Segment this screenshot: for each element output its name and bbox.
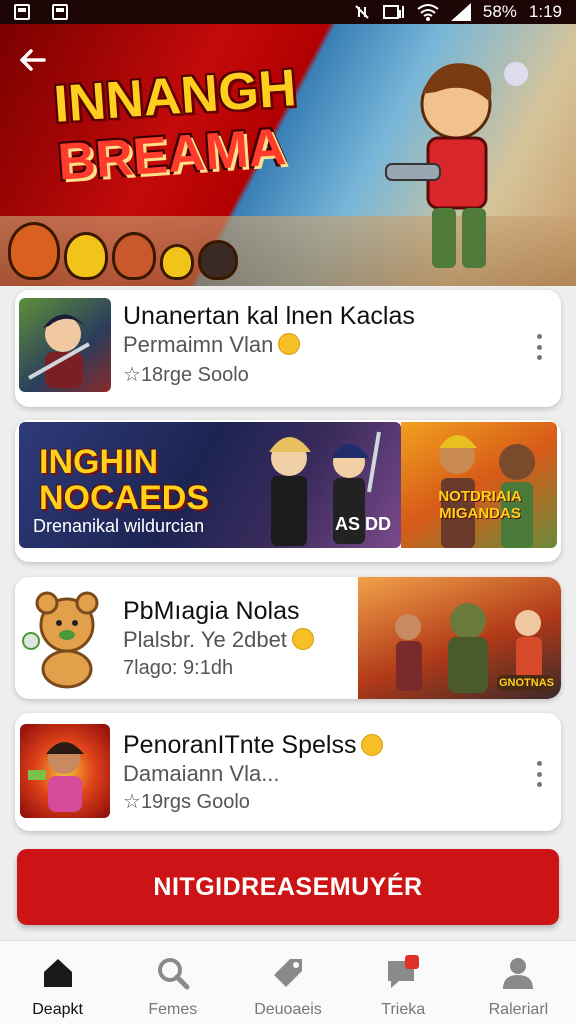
nav-item-search[interactable]: Femes: [115, 941, 230, 1024]
game-subtitle-text: Permaimn Vlan: [123, 332, 274, 357]
game-title: Unanertan kal lnen Kaclas: [123, 302, 415, 330]
promo-side-characters-art: [439, 435, 535, 548]
promo-banner-image: INGHIN NOCAEDS Drenanikal wildurcian AS …: [19, 422, 401, 548]
status-icons: 58% 1:19: [353, 2, 562, 22]
nav-item-profile[interactable]: Raleriarl: [461, 941, 576, 1024]
game-meta: 7lago: 9:1dh: [123, 657, 234, 679]
promo-banner-caption: Drenanikal wildurcian: [33, 516, 205, 536]
nav-item-label: Deuoaeis: [254, 1001, 322, 1018]
notification-icon: [52, 4, 68, 20]
game-preview-image: GNOTNAS: [358, 577, 561, 699]
profile-icon: [503, 958, 534, 989]
battery-level: 58%: [482, 2, 517, 21]
chat-icon: [388, 955, 420, 988]
wifi-icon: [417, 4, 439, 21]
game-subtitle: Plalsbr. Ye 2dbet: [123, 627, 314, 653]
promo-side-logo: NOTDRIAIA MIGANDAS: [438, 488, 522, 522]
nav-item-tags[interactable]: Deuoaeis: [230, 941, 345, 1024]
promo-banner-price: AS DD: [334, 514, 391, 534]
hero-character-illustration: [385, 62, 528, 268]
character-thumbnail-art: [28, 314, 90, 388]
hero-game-logo: INNANGH BREAMA: [52, 59, 302, 192]
nav-item-label: Trieka: [381, 1001, 426, 1018]
character-icon: [64, 232, 108, 280]
game-subtitle: Permaimn Vlan: [123, 332, 301, 358]
back-button[interactable]: [14, 42, 50, 78]
more-options-icon[interactable]: [537, 334, 543, 360]
game-subtitle-text: Plalsbr. Ye 2dbet: [123, 627, 287, 652]
game-thumbnail: [19, 298, 111, 392]
home-icon: [43, 959, 72, 987]
signal-icon: [450, 3, 471, 21]
search-icon: [157, 958, 190, 990]
promo-banner-card[interactable]: INGHIN NOCAEDS Drenanikal wildurcian AS …: [15, 420, 561, 562]
character-icon: [8, 222, 60, 280]
bottom-navigation: Deapkt Femes Deuoaeis Trieka Raleriarl: [0, 940, 576, 1024]
game-list-item[interactable]: PbMıagia Nolas Plalsbr. Ye 2dbet 7lago: …: [15, 577, 561, 699]
game-thumbnail: [21, 585, 113, 689]
hero-character-row: [8, 222, 238, 280]
vibrate-icon: [355, 5, 369, 19]
character-icon: [112, 232, 156, 280]
emoji-icon: [361, 734, 384, 756]
notification-icon: [14, 4, 30, 20]
game-title: PbMıagia Nolas: [123, 597, 300, 625]
emoji-icon: [278, 333, 301, 355]
back-arrow-icon: [20, 49, 46, 71]
hero-banner[interactable]: INNANGH BREAMA: [0, 24, 576, 286]
game-meta: ☆19rgs Goolo: [123, 789, 250, 814]
game-meta-text: 19rgs Goolo: [140, 791, 250, 813]
nav-item-label: Deapkt: [32, 1001, 83, 1018]
character-icon: [198, 240, 238, 280]
preview-badge: GNOTNAS: [497, 675, 554, 691]
nav-item-label: Raleriarl: [488, 1001, 549, 1018]
promo-side-image: NOTDRIAIA MIGANDAS: [401, 422, 557, 548]
more-options-icon[interactable]: [537, 761, 543, 787]
star-icon: ☆: [123, 364, 141, 386]
bear-mascot-icon: [22, 591, 99, 689]
promo-banner-logo: INGHIN NOCAEDS: [39, 443, 210, 517]
game-title-text: PenoranITnte Spelss: [123, 731, 357, 759]
game-title: PenoranITnte Spelss: [123, 731, 384, 760]
status-bar: 58% 1:19: [0, 0, 576, 24]
game-list-item[interactable]: PenoranITnte Spelss Damaiann Vla... ☆19r…: [15, 713, 561, 831]
character-icon: [160, 244, 194, 280]
game-subtitle: Damaiann Vla...: [123, 761, 280, 786]
game-meta-text: 18rge Soolo: [140, 364, 249, 386]
star-icon: ☆: [123, 791, 141, 813]
clock: 1:19: [528, 2, 562, 21]
game-thumbnail: [20, 724, 110, 818]
emoji-icon: [291, 628, 314, 650]
nav-item-home[interactable]: Deapkt: [0, 941, 115, 1024]
game-list-item[interactable]: Unanertan kal lnen Kaclas Permaimn Vlan …: [15, 290, 561, 407]
network-icon: [382, 5, 404, 19]
primary-action-button[interactable]: NITGIDREASEMUYÉR: [17, 849, 559, 925]
nav-item-chat[interactable]: Trieka: [346, 941, 461, 1024]
game-meta: ☆18rge Soolo: [123, 362, 249, 387]
nav-item-label: Femes: [148, 1001, 198, 1018]
tag-icon: [274, 959, 302, 987]
character-thumbnail-art: [28, 742, 84, 812]
